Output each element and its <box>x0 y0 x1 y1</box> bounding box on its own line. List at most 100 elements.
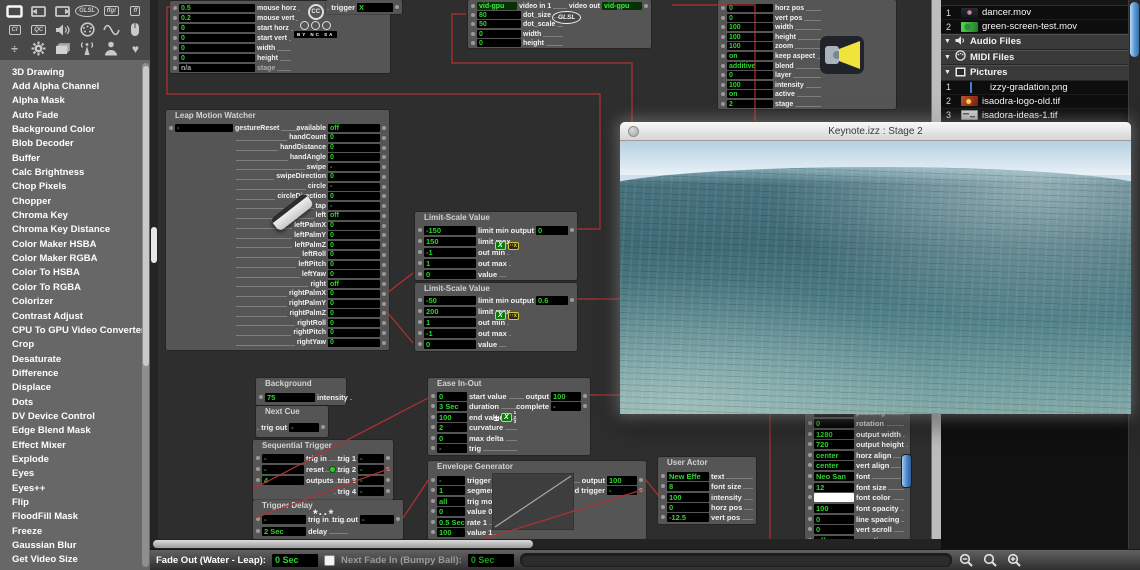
output-port-trig-4[interactable] <box>386 489 390 493</box>
value-horz-pos[interactable]: 0 <box>727 4 773 12</box>
input-port-font-size[interactable] <box>808 485 812 489</box>
value-circledirection[interactable]: 0 <box>328 192 380 201</box>
input-port-video-in-1[interactable] <box>471 4 475 8</box>
value-curvature[interactable]: 2 <box>437 422 467 432</box>
sidebar-item-color-to-hsba[interactable]: Color To HSBA <box>0 266 150 280</box>
value-height[interactable]: 0 <box>477 39 521 47</box>
input-port-out-max[interactable] <box>418 261 422 265</box>
window-close-button[interactable] <box>628 125 639 137</box>
input-port-gesturereset[interactable] <box>169 126 173 130</box>
next-fade-value-box[interactable]: 0 Sec <box>467 553 514 567</box>
value-width[interactable]: 100 <box>727 23 773 31</box>
media-bin-scrollbar-thumb[interactable] <box>1130 2 1139 57</box>
value-tap[interactable]: - <box>328 202 380 210</box>
media-item-isadora-ideas-1-tif[interactable]: 3 isadora-ideas-1.tif <box>941 108 1140 123</box>
sidebar-item-calc-brightness[interactable]: Calc Brightness <box>0 165 150 179</box>
output-port-leftyaw[interactable] <box>382 272 386 277</box>
input-port-height[interactable] <box>471 41 475 45</box>
output-port-rightpalmy[interactable] <box>382 301 386 306</box>
sidebar-item-color-to-rgba[interactable]: Color To RGBA <box>0 280 150 294</box>
value-width[interactable]: 0 <box>477 30 521 38</box>
value-leftpalmz[interactable]: 0 <box>328 241 380 249</box>
input-port-trig[interactable] <box>431 446 435 450</box>
output-port-end-trigger[interactable] <box>639 488 643 492</box>
value-circle[interactable]: - <box>328 182 380 191</box>
node-dots[interactable]: vid-gpu video in 1 video out vid-gpu 80 dot_s… <box>468 0 651 48</box>
value-trig-in[interactable]: - <box>262 453 304 463</box>
zoom-reset-button[interactable] <box>982 552 1000 568</box>
broadcast-icon[interactable] <box>77 41 98 57</box>
value-leftpalmy[interactable]: 0 <box>328 231 380 240</box>
output-port-rightpalmx[interactable] <box>382 291 386 296</box>
value-output-height[interactable]: 720 <box>814 439 854 449</box>
sidebar-item-color-maker-hsba[interactable]: Color Maker HSBA <box>0 237 150 251</box>
sidebar-item-colorizer[interactable]: Colorizer <box>0 295 150 309</box>
output-port-leftpitch[interactable] <box>382 262 386 267</box>
value-video-in-1[interactable]: vid-gpu <box>477 2 517 10</box>
input-port-dot-size[interactable] <box>471 13 475 17</box>
sidebar-item-blob-decoder[interactable]: Blob Decoder <box>0 137 150 151</box>
node-text-draw[interactable]: padding0rotation1280output width720outpu… <box>805 404 912 548</box>
value-trig-3[interactable]: - <box>358 475 384 485</box>
sidebar-item-chopper[interactable]: Chopper <box>0 194 150 208</box>
value-font-color[interactable] <box>814 492 854 502</box>
value-horz-pos[interactable]: 0 <box>667 502 709 512</box>
value-text[interactable]: New Effe <box>667 471 709 481</box>
input-port-limit-max[interactable] <box>418 239 422 243</box>
quartz-composer-icon[interactable]: QC <box>28 22 49 38</box>
input-port-out-max[interactable] <box>418 331 422 335</box>
input-port-mouse-horz[interactable] <box>173 6 177 10</box>
output-port-rightpalmz[interactable] <box>382 311 386 316</box>
sidebar-item-color-maker-rgba[interactable]: Color Maker RGBA <box>0 251 150 265</box>
output-port-trigger[interactable] <box>395 5 399 9</box>
actor-list-scrollbar-thumb[interactable] <box>142 66 149 366</box>
input-port-width[interactable] <box>471 32 475 36</box>
value-output[interactable]: 0 <box>536 225 568 235</box>
output-port-circledirection[interactable] <box>382 194 386 199</box>
input-port-delay[interactable] <box>256 529 260 533</box>
value-trigger[interactable]: - <box>437 475 465 485</box>
media-item-dancer-mov[interactable]: 1 dancer.mov <box>941 6 1140 20</box>
node-user-actor[interactable]: User Actor New Effe text 8 font size 100 inten… <box>658 457 756 524</box>
output-port-handcount[interactable] <box>382 135 386 140</box>
value-font-size[interactable]: 12 <box>814 482 854 492</box>
value-rotation[interactable]: 0 <box>814 418 854 428</box>
input-port-vert-align[interactable] <box>808 463 812 467</box>
input-port-value-1[interactable] <box>431 530 435 534</box>
output-port-complete[interactable] <box>583 404 587 408</box>
value-layer[interactable]: 0 <box>727 71 773 79</box>
input-port-limit-max[interactable] <box>418 309 422 313</box>
output-port-trig-1[interactable] <box>386 456 390 460</box>
input-port-max-delta[interactable] <box>431 436 435 440</box>
input-port-start-value[interactable] <box>431 394 435 398</box>
input-port-font-size[interactable] <box>661 484 665 488</box>
sidebar-item-eyes[interactable]: Eyes <box>0 467 150 481</box>
node-leap-motion-watcher[interactable]: Leap Motion Watcher - gestureReset availabl… <box>166 110 389 350</box>
input-port-blend[interactable] <box>721 64 725 68</box>
output-port-trig-out[interactable] <box>321 425 325 429</box>
sidebar-item-contrast-adjust[interactable]: Contrast Adjust <box>0 309 150 323</box>
stage-exit-icon[interactable] <box>52 3 73 19</box>
output-port-left[interactable] <box>382 213 386 218</box>
sidebar-item-chroma-key-distance[interactable]: Chroma Key Distance <box>0 223 150 237</box>
glsl-filter-icon[interactable]: GLSL <box>75 3 100 19</box>
media-item-isaodra-logo-old-tif[interactable]: 2 isaodra-logo-old.tif <box>941 94 1140 109</box>
output-port-circle[interactable] <box>382 184 386 189</box>
input-port-vert-pos[interactable] <box>661 515 665 519</box>
input-port-limit-min[interactable] <box>418 298 422 302</box>
value-handdistance[interactable]: 0 <box>328 143 380 152</box>
output-port-right[interactable] <box>382 282 386 286</box>
value-dot-size[interactable]: 80 <box>477 11 521 19</box>
value-dot-scale[interactable]: 50 <box>477 20 521 28</box>
value-leftpitch[interactable]: 0 <box>328 260 380 269</box>
sidebar-item-background-color[interactable]: Background Color <box>0 122 150 136</box>
value-stage[interactable]: 2 <box>727 100 773 108</box>
sidebar-item-alpha-mask[interactable]: Alpha Mask <box>0 94 150 108</box>
sidebar-item-effect-mixer[interactable]: Effect Mixer <box>0 438 150 452</box>
input-port-intensity[interactable] <box>259 395 263 399</box>
output-port-output[interactable] <box>639 478 643 482</box>
input-port-height[interactable] <box>721 35 725 39</box>
input-port-vert-scroll[interactable] <box>808 527 812 531</box>
value-font[interactable]: Neo San <box>814 471 854 481</box>
midi-icon[interactable] <box>77 22 98 38</box>
